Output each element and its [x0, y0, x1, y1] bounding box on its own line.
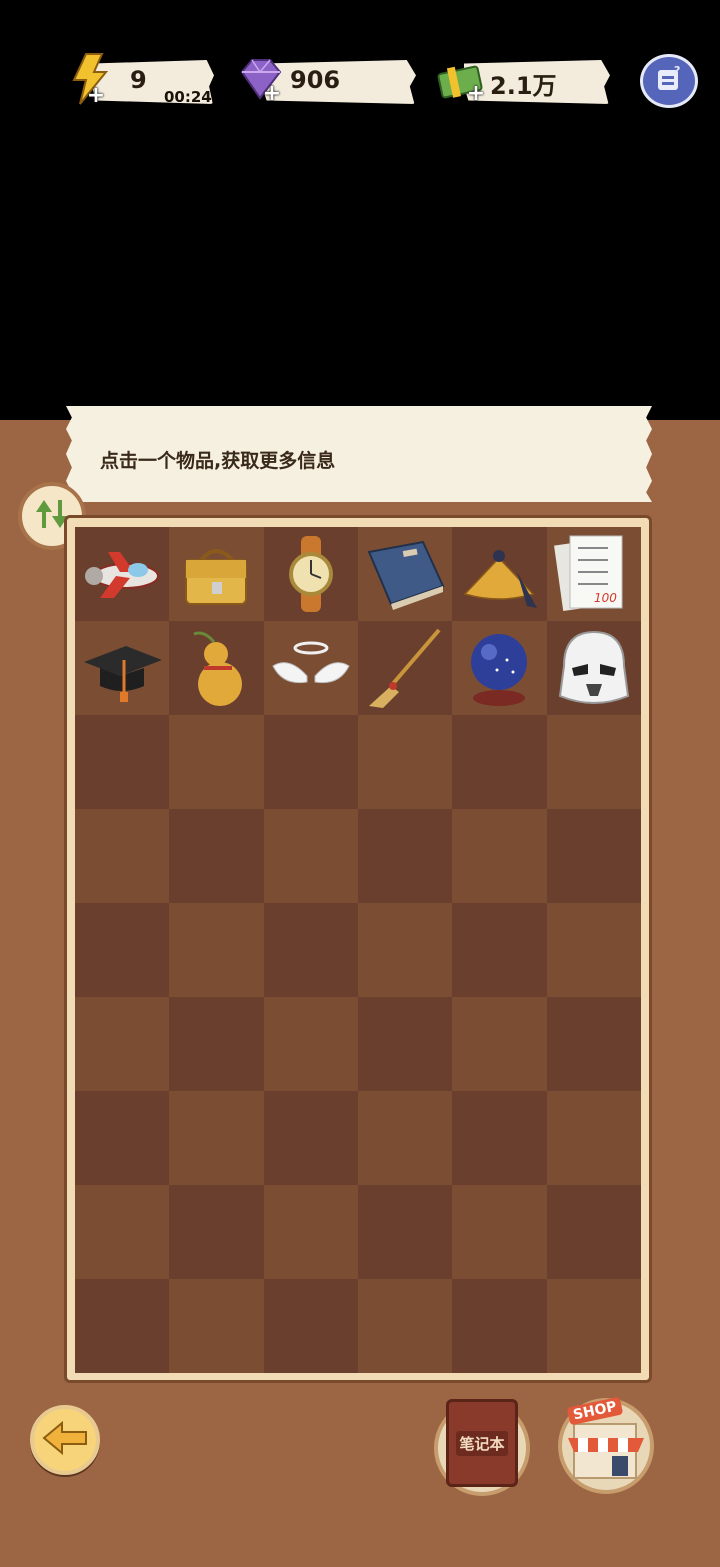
empty-slot[interactable]: [452, 997, 547, 1091]
empty-slot[interactable]: [452, 1185, 547, 1279]
inventory-slot[interactable]: [452, 527, 547, 621]
empty-slot[interactable]: [75, 1279, 170, 1373]
empty-slot[interactable]: [452, 1091, 547, 1185]
inventory-slot[interactable]: [169, 527, 264, 621]
gourd-icon: [193, 631, 243, 706]
inventory-slot[interactable]: [75, 527, 170, 621]
empty-slot[interactable]: [546, 1091, 641, 1185]
empty-slot[interactable]: [452, 1279, 547, 1373]
inventory-slot[interactable]: [169, 621, 264, 715]
empty-slot[interactable]: [75, 1091, 170, 1185]
shop-button[interactable]: SHOP: [558, 1396, 654, 1494]
svg-text:?: ?: [674, 64, 680, 77]
test-paper-score: 100: [594, 591, 617, 605]
empty-slot[interactable]: [169, 1091, 264, 1185]
cash-value: 2.1万: [490, 72, 557, 100]
inventory-slot[interactable]: [263, 621, 358, 715]
stormtrooper-helmet-icon: [558, 630, 629, 704]
energy-timer: 00:24: [164, 88, 212, 106]
empty-slot[interactable]: [358, 997, 453, 1091]
empty-slot[interactable]: [263, 903, 358, 997]
inventory-slot[interactable]: 100: [546, 527, 641, 621]
empty-slot[interactable]: [546, 1279, 641, 1373]
empty-slot[interactable]: [452, 903, 547, 997]
graduation-cap-icon: [84, 646, 163, 702]
empty-slot[interactable]: [75, 715, 170, 809]
empty-slot[interactable]: [75, 809, 170, 903]
empty-slot[interactable]: [263, 1091, 358, 1185]
empty-slot[interactable]: [358, 809, 453, 903]
empty-slot[interactable]: [169, 1279, 264, 1373]
notebook-button[interactable]: 笔记本: [434, 1399, 530, 1496]
back-arrow-icon: [42, 1420, 88, 1459]
empty-slot[interactable]: [358, 1091, 453, 1185]
inventory-slot[interactable]: [263, 527, 358, 621]
add-gems-icon[interactable]: +: [262, 83, 282, 105]
empty-slot[interactable]: [169, 1185, 264, 1279]
notebook-label: 笔记本: [456, 1430, 508, 1456]
empty-slot[interactable]: [75, 997, 170, 1091]
empty-slot[interactable]: [263, 809, 358, 903]
empty-slot[interactable]: [546, 1185, 641, 1279]
inventory-slot[interactable]: [546, 621, 641, 715]
empty-slot[interactable]: [169, 997, 264, 1091]
empty-slot[interactable]: [169, 715, 264, 809]
empty-slot[interactable]: [263, 1185, 358, 1279]
leather-handbag-icon: [185, 549, 248, 605]
test-paper-icon: 100: [553, 535, 623, 611]
empty-slot[interactable]: [546, 715, 641, 809]
inventory-slot[interactable]: [75, 621, 170, 715]
wristwatch-icon: [288, 536, 333, 612]
inventory-slot[interactable]: [358, 621, 453, 715]
empty-slot[interactable]: [263, 1279, 358, 1373]
empty-slot[interactable]: [75, 903, 170, 997]
empty-slot[interactable]: [358, 903, 453, 997]
empty-slot[interactable]: [546, 809, 641, 903]
empty-slot[interactable]: [452, 809, 547, 903]
empty-slot[interactable]: [169, 809, 264, 903]
empty-slot[interactable]: [358, 1279, 453, 1373]
empty-slot[interactable]: [546, 903, 641, 997]
top-resource-bar: + 9 00:24 + 906 + 2.1万 ?: [0, 0, 720, 130]
empty-slot[interactable]: [75, 1185, 170, 1279]
add-cash-icon[interactable]: +: [466, 83, 486, 105]
empty-slot[interactable]: [452, 715, 547, 809]
empty-slot[interactable]: [358, 715, 453, 809]
inventory-grid: 100: [75, 527, 641, 1373]
toy-airplane-icon: [85, 552, 160, 598]
gem-value: 906: [290, 66, 341, 94]
empty-slot[interactable]: [263, 997, 358, 1091]
help-menu-button[interactable]: ?: [640, 54, 698, 108]
broom-icon: [369, 628, 441, 708]
crystal-ball-icon: [471, 634, 528, 706]
empty-slot[interactable]: [169, 903, 264, 997]
help-menu-icon: ?: [654, 64, 684, 98]
empty-slot[interactable]: [263, 715, 358, 809]
energy-value: 9: [130, 66, 147, 94]
add-energy-icon[interactable]: +: [86, 85, 106, 107]
info-banner-text: 点击一个物品,获取更多信息: [100, 450, 336, 472]
notebook-icon: 笔记本: [446, 1399, 518, 1487]
angel-wings-halo-icon: [272, 641, 350, 684]
shop-icon: SHOP: [562, 1396, 650, 1482]
empty-slot[interactable]: [358, 1185, 453, 1279]
inventory-slot[interactable]: [358, 527, 453, 621]
feather-fan-icon: [464, 550, 538, 608]
old-book-icon: [367, 540, 445, 610]
inventory-slot[interactable]: [452, 621, 547, 715]
back-button[interactable]: [30, 1405, 100, 1475]
empty-slot[interactable]: [546, 997, 641, 1091]
